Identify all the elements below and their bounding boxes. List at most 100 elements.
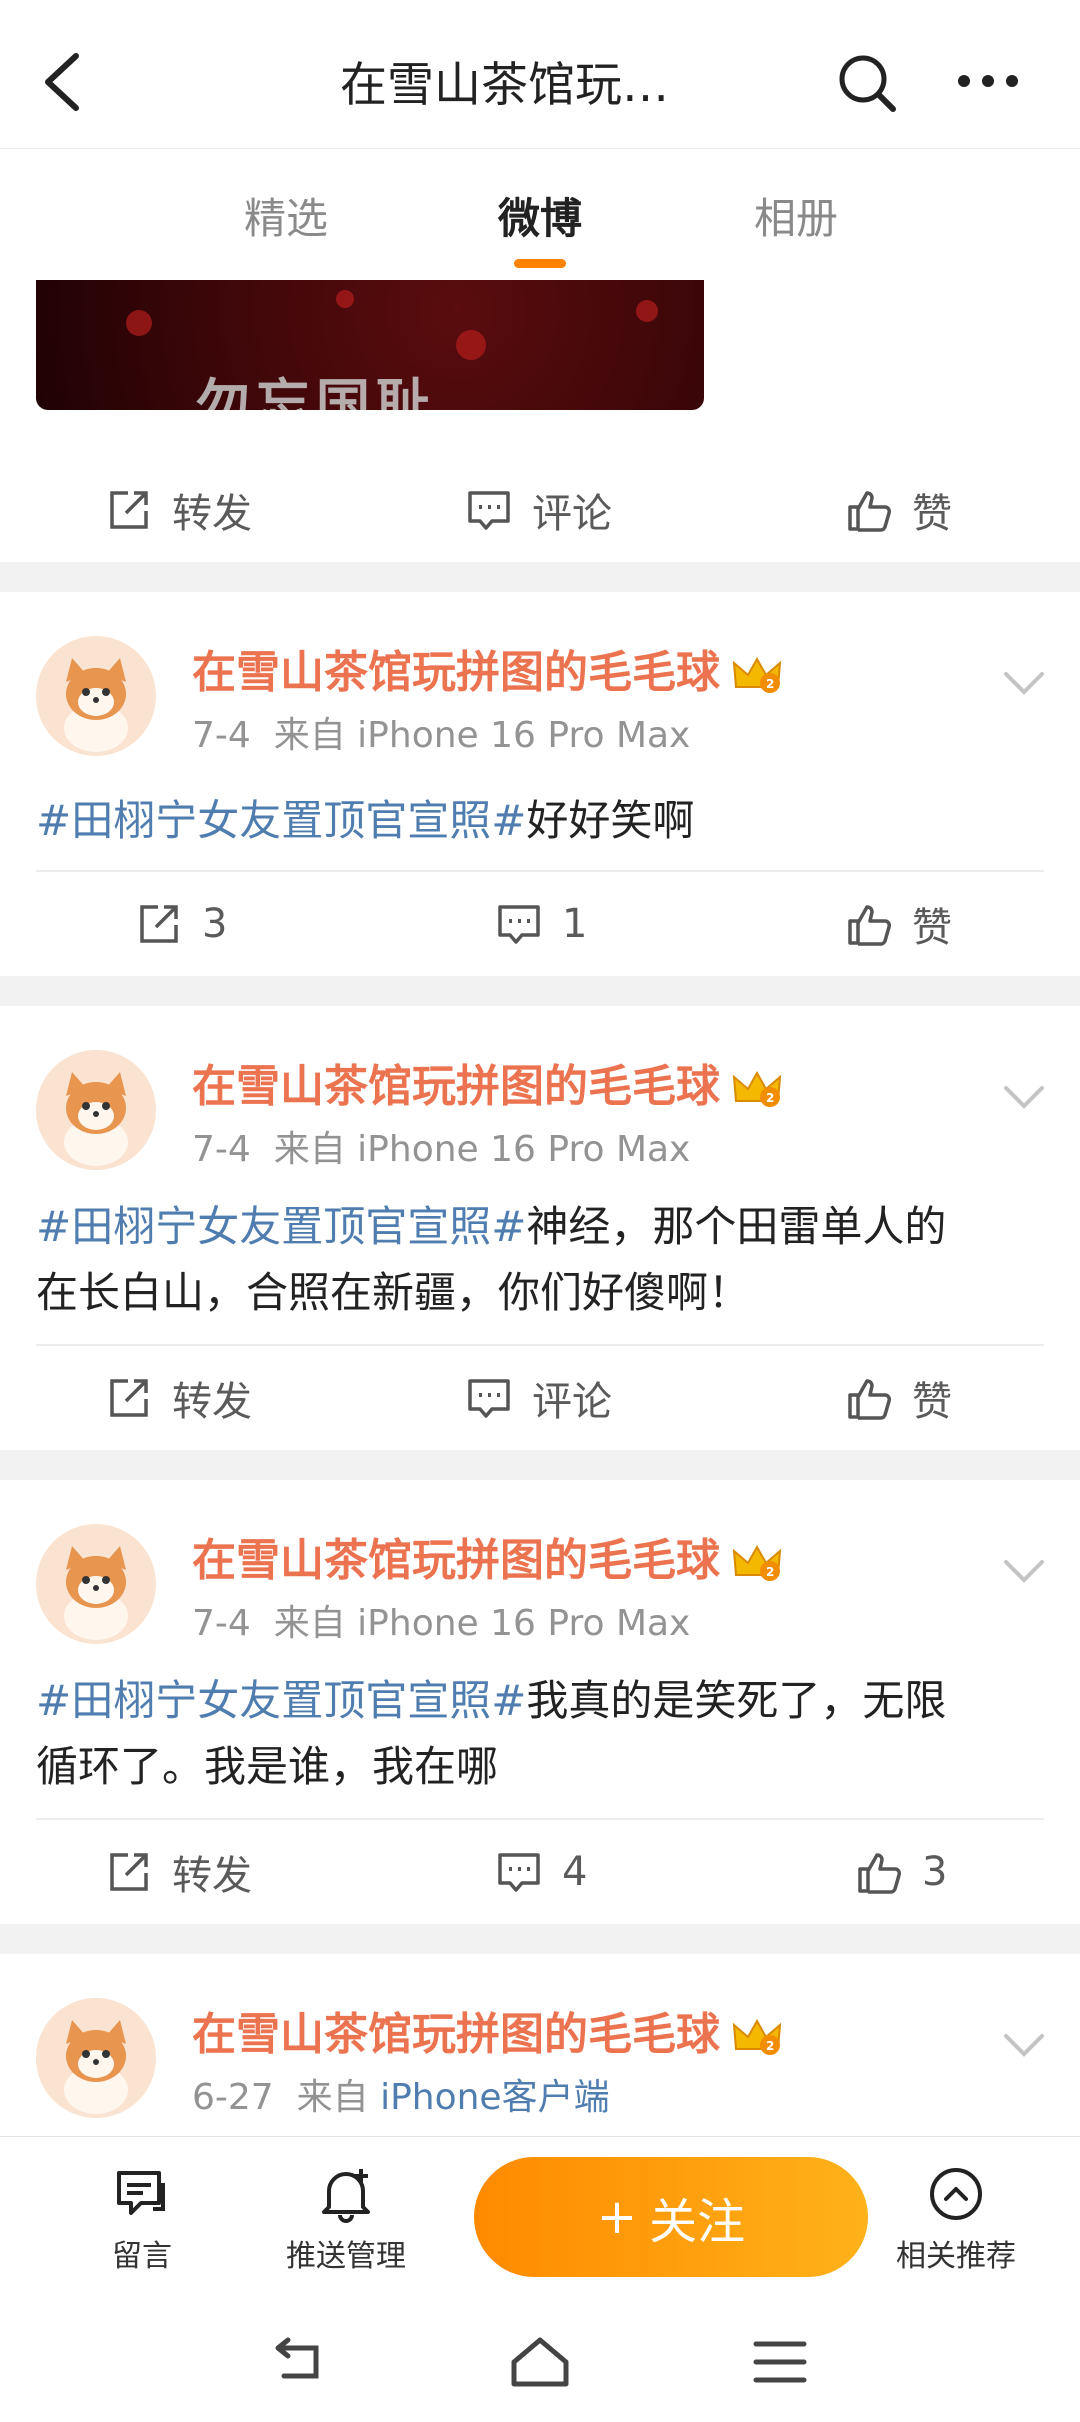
tab-weibo[interactable]: 微博 xyxy=(498,185,582,246)
vip-crown-icon: 2 xyxy=(732,2018,782,2055)
thumbs-up-icon xyxy=(848,905,891,946)
push-settings-button[interactable]: 推送管理 xyxy=(276,2165,416,2275)
message-icon xyxy=(117,2171,165,2215)
tab-featured[interactable]: 精选 xyxy=(244,185,328,246)
chevron-left-icon[interactable] xyxy=(36,50,88,114)
like-count: 3 xyxy=(922,1849,948,1895)
repost-icon xyxy=(140,905,178,943)
repost-label: 转发 xyxy=(172,491,252,537)
author-name[interactable]: 在雪山茶馆玩拼图的毛毛球 2 xyxy=(192,1524,784,1588)
comment-icon xyxy=(468,491,510,530)
push-label: 推送管理 xyxy=(286,2239,406,2274)
repost-button[interactable]: 转发 xyxy=(106,1346,252,1450)
like-button[interactable]: 3 xyxy=(856,1820,947,1924)
svg-text:2: 2 xyxy=(766,1565,774,1579)
top-header: 在雪山茶馆玩… xyxy=(0,0,1080,148)
repost-button[interactable]: 3 xyxy=(136,872,227,976)
bell-plus-icon xyxy=(322,2169,370,2223)
like-button[interactable]: 赞 xyxy=(846,1346,952,1450)
vip-crown-icon: 2 xyxy=(732,1070,782,1107)
thumbs-up-icon xyxy=(848,491,891,532)
post-meta: 7-4 来自 iPhone 16 Pro Max xyxy=(192,1129,691,1170)
action-bar: 3 1 赞 xyxy=(0,872,1080,976)
topic-link[interactable]: #田栩宁女友置顶官宣照# xyxy=(36,796,526,845)
svg-text:2: 2 xyxy=(766,1091,774,1105)
comment-label: 评论 xyxy=(532,1379,612,1425)
comment-icon xyxy=(498,905,540,944)
repost-button[interactable]: 转发 xyxy=(106,1820,252,1924)
avatar[interactable] xyxy=(36,1998,156,2118)
back-nav-icon[interactable] xyxy=(270,2334,334,2390)
thumbs-up-icon xyxy=(848,1379,891,1420)
repost-icon xyxy=(110,491,148,529)
plus-icon: + xyxy=(596,2189,638,2245)
like-button[interactable]: 赞 xyxy=(846,458,952,562)
active-tab-indicator xyxy=(514,259,566,268)
comment-icon xyxy=(468,1379,510,1418)
vip-crown-icon: 2 xyxy=(732,656,782,693)
repost-button[interactable]: 转发 xyxy=(106,458,252,562)
shiba-avatar-icon xyxy=(36,1998,156,2118)
shiba-avatar-icon xyxy=(36,1524,156,1644)
post-card: 在雪山茶馆玩拼图的毛毛球 2 7-4 来自 iPhone 16 Pro Max #… xyxy=(0,592,1080,976)
source-link[interactable]: iPhone客户端 xyxy=(380,2077,610,2118)
profile-tabs: 精选 微博 相册 xyxy=(0,148,1080,280)
message-label: 留言 xyxy=(112,2239,172,2274)
chevron-up-circle-icon xyxy=(930,2168,982,2220)
shiba-avatar-icon xyxy=(36,636,156,756)
repost-icon xyxy=(110,1379,148,1417)
home-nav-icon[interactable] xyxy=(508,2334,572,2390)
avatar[interactable] xyxy=(36,636,156,756)
action-bar: 转发 4 3 xyxy=(0,1820,1080,1924)
action-bar: 转发 评论 赞 xyxy=(0,458,1080,562)
author-name[interactable]: 在雪山茶馆玩拼图的毛毛球 2 xyxy=(192,1050,784,1114)
post-image[interactable]: 勿忘国耻 xyxy=(36,280,704,410)
chevron-down-icon[interactable] xyxy=(1000,1082,1048,1112)
like-label: 赞 xyxy=(912,1379,952,1425)
menu-nav-icon[interactable] xyxy=(748,2334,812,2390)
repost-label: 转发 xyxy=(172,1379,252,1425)
comment-icon xyxy=(498,1853,540,1892)
repost-label: 转发 xyxy=(172,1853,252,1899)
post-meta: 7-4 来自 iPhone 16 Pro Max xyxy=(192,715,691,756)
comment-button[interactable]: 1 xyxy=(496,872,587,976)
post-body: #田栩宁女友置顶官宣照#我真的是笑死了，无限 循环了。我是谁，我在哪 xyxy=(36,1676,947,1791)
message-button[interactable]: 留言 xyxy=(90,2165,194,2275)
chevron-down-icon[interactable] xyxy=(1000,1556,1048,1586)
topic-link[interactable]: #田栩宁女友置顶官宣照# xyxy=(36,1676,526,1725)
post-meta: 6-27 来自 iPhone客户端 xyxy=(192,2077,610,2118)
chevron-down-icon[interactable] xyxy=(1000,2030,1048,2060)
comment-count: 4 xyxy=(562,1849,588,1895)
bottom-action-bar: 留言 推送管理 + 关注 相关推荐 xyxy=(0,2136,1080,2300)
shiba-avatar-icon xyxy=(36,1050,156,1170)
follow-button[interactable]: + 关注 xyxy=(474,2157,868,2277)
vip-crown-icon: 2 xyxy=(732,1544,782,1581)
author-name[interactable]: 在雪山茶馆玩拼图的毛毛球 2 xyxy=(192,1998,784,2062)
comment-button[interactable]: 4 xyxy=(496,1820,587,1924)
post-card-partial: 勿忘国耻 转发 评论 赞 xyxy=(0,280,1080,562)
avatar[interactable] xyxy=(36,1524,156,1644)
comment-label: 评论 xyxy=(532,491,612,537)
page-title: 在雪山茶馆玩… xyxy=(340,58,669,113)
more-dots-icon[interactable] xyxy=(956,66,1020,96)
system-nav-bar xyxy=(0,2300,1080,2422)
thumbs-up-icon xyxy=(858,1853,901,1894)
post-card: 在雪山茶馆玩拼图的毛毛球 2 7-4 来自 iPhone 16 Pro Max #… xyxy=(0,1006,1080,1450)
search-icon[interactable] xyxy=(836,52,898,114)
topic-link[interactable]: #田栩宁女友置顶官宣照# xyxy=(36,1202,526,1251)
repost-icon xyxy=(110,1853,148,1891)
post-meta: 7-4 来自 iPhone 16 Pro Max xyxy=(192,1603,691,1644)
like-button[interactable]: 赞 xyxy=(846,872,952,976)
tab-album[interactable]: 相册 xyxy=(754,185,838,246)
follow-label: 关注 xyxy=(649,2194,746,2250)
comment-button[interactable]: 评论 xyxy=(466,458,612,562)
post-body: #田栩宁女友置顶官宣照#神经，那个田雷单人的 在长白山，合照在新疆，你们好傻啊！ xyxy=(36,1202,947,1317)
author-name[interactable]: 在雪山茶馆玩拼图的毛毛球 2 xyxy=(192,636,784,700)
avatar[interactable] xyxy=(36,1050,156,1170)
post-card: 在雪山茶馆玩拼图的毛毛球 2 6-27 来自 iPhone客户端 xyxy=(0,1954,1080,2136)
action-bar: 转发 评论 赞 xyxy=(0,1346,1080,1450)
related-label: 相关推荐 xyxy=(896,2239,1016,2274)
chevron-down-icon[interactable] xyxy=(1000,668,1048,698)
comment-button[interactable]: 评论 xyxy=(466,1346,612,1450)
related-recommend-button[interactable]: 相关推荐 xyxy=(886,2165,1026,2275)
